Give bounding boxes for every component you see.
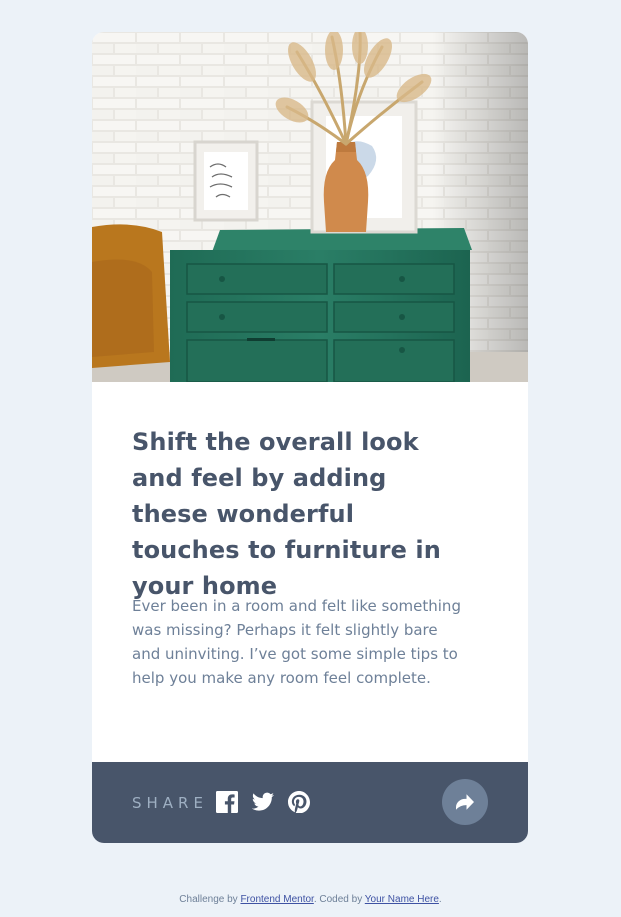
frontend-mentor-link[interactable]: Frontend Mentor	[240, 894, 313, 905]
attribution-middle: . Coded by	[313, 894, 365, 905]
attribution-prefix: Challenge by	[179, 894, 241, 905]
author-link[interactable]: Your Name Here	[365, 894, 439, 905]
share-label: SHARE	[132, 794, 208, 812]
attribution: Challenge by Frontend Mentor. Coded by Y…	[0, 893, 621, 907]
share-icon	[456, 794, 474, 810]
facebook-icon[interactable]	[216, 791, 238, 813]
twitter-icon[interactable]	[252, 791, 274, 813]
attribution-suffix: .	[438, 894, 442, 905]
pinterest-icon[interactable]	[288, 791, 310, 813]
article-card: Shift the overall look and feel by addin…	[92, 32, 528, 843]
share-bar: SHARE	[92, 762, 528, 843]
share-button[interactable]	[442, 779, 488, 825]
article-title: Shift the overall look and feel by addin…	[132, 428, 441, 600]
hero-image	[92, 32, 528, 382]
article-content: Shift the overall look and feel by addin…	[92, 382, 528, 762]
article-description: Ever been in a room and felt like someth…	[132, 597, 461, 687]
